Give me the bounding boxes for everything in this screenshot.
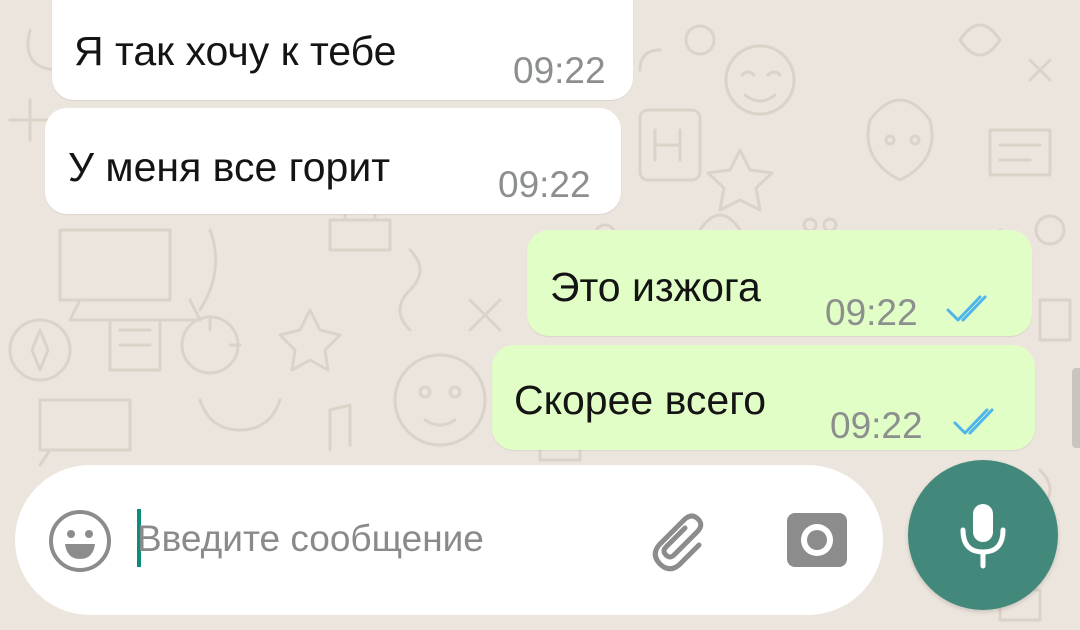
paperclip-icon — [652, 513, 704, 572]
voice-message-button[interactable] — [908, 460, 1058, 610]
message-time: 09:22 — [498, 164, 591, 205]
emoji-icon — [49, 510, 111, 572]
message-text: Это изжога — [550, 264, 761, 310]
emoji-button[interactable] — [48, 509, 112, 573]
message-bubble[interactable]: Я так хочу к тебе 09:22 — [52, 0, 633, 100]
message-time: 09:22 — [825, 292, 918, 333]
read-receipt-icon — [953, 408, 994, 435]
attach-button[interactable] — [647, 505, 717, 575]
message-bubble[interactable]: Скорее всего 09:22 — [492, 345, 1035, 450]
read-receipt-icon — [946, 295, 987, 322]
message-text: У меня все горит — [68, 144, 391, 190]
camera-icon — [787, 513, 847, 567]
message-input[interactable] — [137, 509, 617, 569]
camera-button[interactable] — [785, 509, 849, 569]
message-bubble[interactable]: Это изжога 09:22 — [527, 230, 1032, 336]
message-time: 09:22 — [830, 405, 923, 446]
message-composer — [15, 465, 883, 615]
message-time: 09:22 — [513, 50, 606, 91]
message-text: Я так хочу к тебе — [74, 28, 397, 74]
microphone-icon — [960, 504, 1006, 569]
message-bubble[interactable]: У меня все горит 09:22 — [45, 108, 621, 214]
scroll-indicator[interactable] — [1072, 368, 1080, 448]
message-text: Скорее всего — [514, 377, 767, 423]
